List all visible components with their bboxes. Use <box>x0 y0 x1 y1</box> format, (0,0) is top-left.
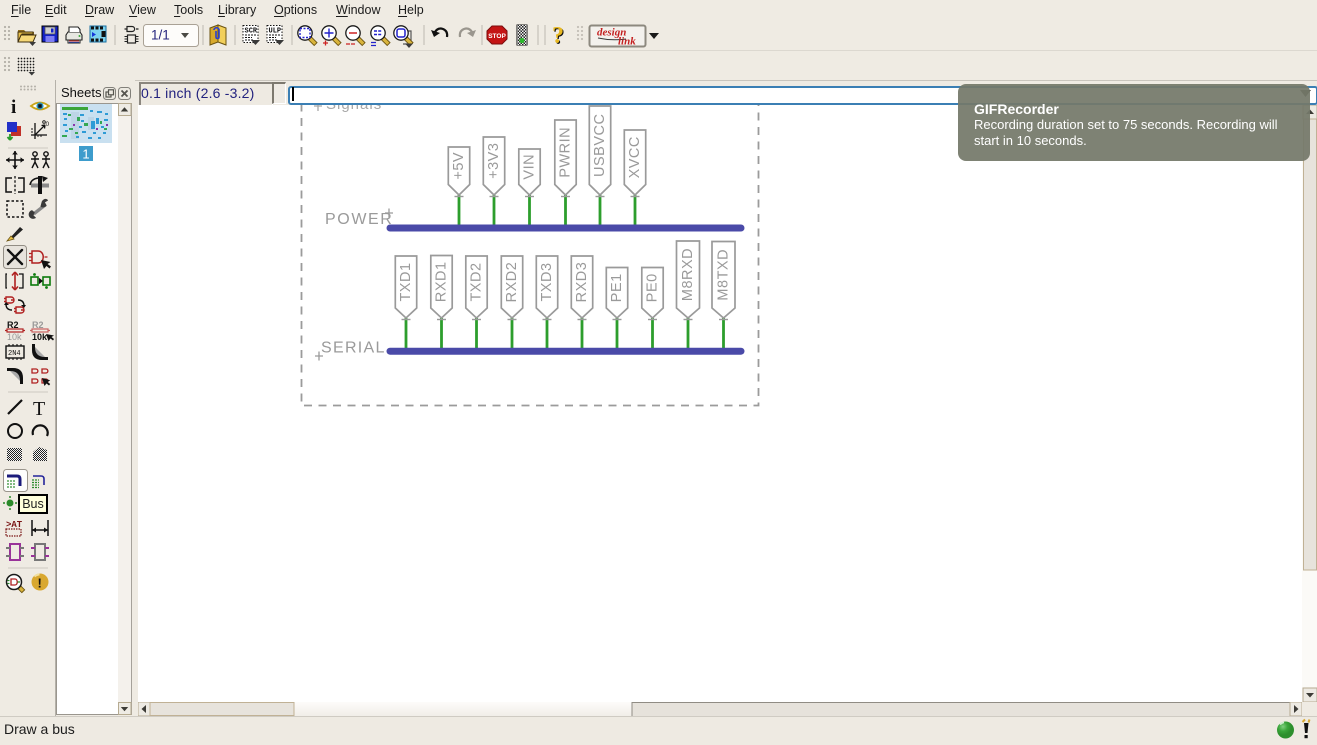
svg-text:SCR: SCR <box>245 28 258 36</box>
svg-text:+3V3: +3V3 <box>486 143 502 179</box>
svg-text:RXD2: RXD2 <box>504 262 520 303</box>
svg-text:PWRIN: PWRIN <box>558 127 574 178</box>
svg-text:M8RXD: M8RXD <box>680 248 696 301</box>
svg-text:TXD2: TXD2 <box>469 262 485 301</box>
svg-text:+5V: +5V <box>451 152 467 180</box>
svg-text:10k: 10k <box>7 332 22 342</box>
svg-text:?: ? <box>552 23 564 49</box>
svg-text:link: link <box>618 36 636 48</box>
svg-text:10k: 10k <box>32 332 48 342</box>
svg-text:SERIAL: SERIAL <box>321 340 386 357</box>
svg-text:0: 0 <box>46 121 50 128</box>
svg-text:USBVCC: USBVCC <box>592 114 608 177</box>
svg-text:1: 1 <box>82 147 89 162</box>
svg-text:2N4: 2N4 <box>8 350 21 358</box>
svg-text:ULP: ULP <box>269 28 282 36</box>
svg-text:M8TXD: M8TXD <box>716 249 732 301</box>
svg-text:VIN: VIN <box>522 154 538 180</box>
svg-text:STOP: STOP <box>488 33 506 40</box>
svg-text:RXD1: RXD1 <box>434 261 450 302</box>
svg-text:!: ! <box>38 576 42 591</box>
svg-text:POWER: POWER <box>325 211 393 228</box>
svg-text:1/1: 1/1 <box>151 28 170 43</box>
svg-text:Signals: Signals <box>326 105 382 113</box>
svg-text:PE1: PE1 <box>609 273 625 302</box>
svg-text:i: i <box>11 97 16 118</box>
svg-text:PE0: PE0 <box>645 273 661 302</box>
svg-text:T: T <box>33 398 45 420</box>
svg-text:TXD1: TXD1 <box>398 262 414 301</box>
svg-text:XVCC: XVCC <box>627 136 643 178</box>
svg-text:TXD3: TXD3 <box>539 262 555 301</box>
svg-text:RXD3: RXD3 <box>574 262 590 303</box>
